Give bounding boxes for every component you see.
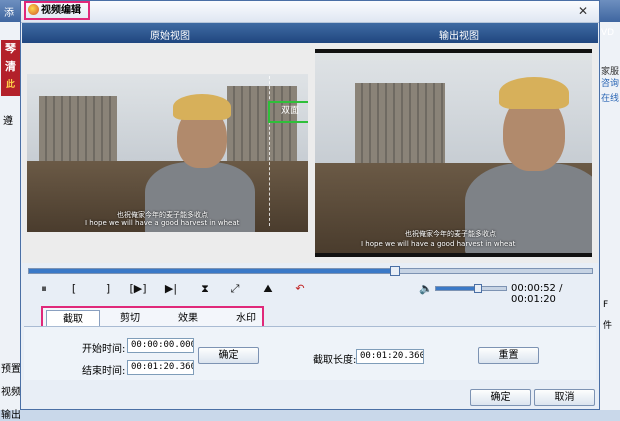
background-label-4: 输出 <box>1 410 21 421</box>
pause-icon[interactable]: ⏸ <box>34 280 54 298</box>
confirm-time-button[interactable]: 确定 <box>198 347 259 364</box>
time-display: 00:00:52 / 00:01:20 <box>511 283 563 305</box>
original-view-title: 原始视图 <box>150 31 190 42</box>
subtitle-en: I hope we will have a good harvest in wh… <box>361 240 516 248</box>
play-selection-icon[interactable]: [▶] <box>128 280 148 298</box>
image-icon[interactable]: ⛰ <box>258 280 278 298</box>
close-button[interactable]: ✕ <box>574 4 592 19</box>
end-time-field[interactable]: 00:01:20.360 <box>127 360 194 375</box>
background-tab[interactable]: 添 <box>4 4 14 19</box>
tab-cut[interactable]: 剪切 <box>103 310 157 327</box>
crop-guide-line <box>269 76 270 226</box>
end-time-label: 结束时间: <box>82 366 126 377</box>
dialog-titlebar[interactable]: 视频编辑 ✕ <box>21 1 599 23</box>
start-time-label: 开始时间: <box>82 344 126 355</box>
preview-header-bar: 原始视图 输出视图 <box>22 23 598 43</box>
trim-icon[interactable]: ⧗ <box>195 280 215 298</box>
undo-icon[interactable]: ↶ <box>290 280 310 298</box>
tab-crop[interactable]: 截取 <box>46 310 100 327</box>
background-right-label: VD <box>601 28 615 38</box>
volume-level <box>436 287 478 290</box>
mark-out-icon[interactable]: ] <box>98 280 118 298</box>
subtitle-en: I hope we will have a good harvest in wh… <box>85 219 240 227</box>
crop-length-label: 截取长度: <box>313 355 357 366</box>
next-frame-icon[interactable]: ▶| <box>161 280 181 298</box>
output-video-frame: 也祝俺家今年的麦子能多收点 I hope we will have a good… <box>315 49 592 257</box>
original-video-frame[interactable]: 双面 也祝俺家今年的麦子能多收点 I hope we will have a g… <box>27 74 308 232</box>
mark-in-icon[interactable]: [ <box>64 280 84 298</box>
volume-slider[interactable] <box>435 284 507 293</box>
output-video-image: 也祝俺家今年的麦子能多收点 I hope we will have a good… <box>315 53 592 253</box>
video-building <box>355 83 445 173</box>
crop-panel: 开始时间: 00:00:00.000 结束时间: 00:01:20.360 确定… <box>24 326 596 380</box>
tab-effects[interactable]: 效果 <box>161 310 215 327</box>
resize-icon[interactable]: ⤢ <box>225 280 245 298</box>
background-right-label: 在线 <box>601 94 620 104</box>
volume-thumb[interactable] <box>474 284 482 293</box>
start-time-field[interactable]: 00:00:00.000 <box>127 338 194 353</box>
background-right-panel: VD 家服 咨询 在线 F 件 <box>598 22 620 410</box>
background-label-2: 预置 <box>1 364 21 375</box>
video-person-hat <box>499 77 569 109</box>
video-building <box>39 96 117 166</box>
background-left-panel: 琴 清 此 遵 预置 视频 输出 <box>0 22 22 421</box>
background-label-3: 视频 <box>1 387 21 398</box>
background-right-label: 咨询 <box>601 79 620 89</box>
app-logo-icon <box>28 4 39 15</box>
timeline-progress <box>29 269 395 273</box>
background-banner: 琴 清 此 <box>1 40 20 96</box>
background-right-label: F <box>603 300 609 310</box>
reset-button[interactable]: 重置 <box>478 347 539 364</box>
background-label-1: 遵 <box>3 116 13 127</box>
volume-icon[interactable]: 🔈 <box>419 280 433 298</box>
crop-length-field[interactable]: 00:01:20.360 <box>356 349 424 364</box>
watermark-box[interactable]: 双面 <box>268 101 308 123</box>
video-edit-dialog: 视频编辑 ✕ 原始视图 输出视图 双面 也祝俺家今年的麦子能多收点 I hope… <box>20 0 600 410</box>
subtitle-cn: 也祝俺家今年的麦子能多收点 <box>405 230 496 238</box>
video-person-hat <box>173 94 231 120</box>
ok-button[interactable]: 确定 <box>470 389 531 406</box>
dialog-title: 视频编辑 <box>41 5 81 16</box>
timeline-thumb[interactable] <box>389 266 400 276</box>
tab-watermark[interactable]: 水印 <box>219 310 273 327</box>
timeline-slider[interactable] <box>28 266 593 276</box>
background-right-label: 件 <box>603 321 613 331</box>
output-view-title: 输出视图 <box>439 31 479 42</box>
cancel-button[interactable]: 取消 <box>534 389 595 406</box>
dialog-title-highlight: 视频编辑 <box>24 1 90 20</box>
